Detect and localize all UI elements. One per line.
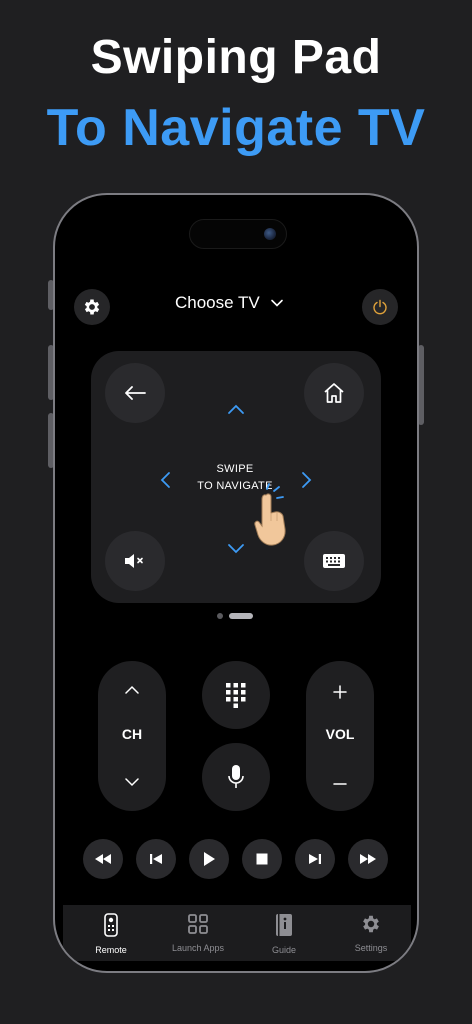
rewind-icon — [95, 854, 111, 864]
tab-guide-label: Guide — [271, 945, 297, 955]
headline-subtitle: To Navigate TV — [46, 99, 426, 157]
gear-icon — [84, 299, 100, 315]
home-icon — [324, 383, 344, 403]
choose-tv-dropdown[interactable]: Choose TV — [175, 291, 315, 315]
channel-up-button[interactable] — [124, 685, 140, 695]
swipe-hint-line1: SWIPE — [216, 463, 254, 475]
back-arrow-icon — [125, 386, 146, 400]
next-icon — [309, 854, 321, 864]
tab-launch-apps-label: Launch Apps — [171, 943, 225, 953]
chevron-left-icon — [160, 472, 170, 488]
volume-label: VOL — [325, 726, 355, 742]
mute-icon — [125, 554, 143, 568]
previous-button[interactable] — [136, 839, 176, 879]
keyboard-button[interactable] — [304, 531, 364, 591]
previous-icon — [150, 854, 162, 864]
phone-frame: Choose TV SWIPE TO NAVIGATE CH VOL Remot… — [53, 193, 419, 973]
remote-icon — [104, 913, 118, 937]
tab-guide[interactable]: Guide — [244, 913, 324, 955]
mute-button[interactable] — [105, 531, 165, 591]
stop-icon — [256, 853, 268, 865]
back-button[interactable] — [105, 363, 165, 423]
swipe-pad[interactable]: SWIPE TO NAVIGATE — [91, 351, 381, 603]
guide-icon — [276, 914, 292, 936]
page-indicator[interactable] — [217, 612, 257, 620]
stop-button[interactable] — [242, 839, 282, 879]
settings-button[interactable] — [74, 289, 110, 325]
numpad-icon — [226, 683, 246, 708]
power-icon — [373, 299, 387, 315]
next-button[interactable] — [295, 839, 335, 879]
chevron-down-icon — [270, 299, 283, 307]
volume-up-icon[interactable] — [333, 685, 347, 699]
keyboard-icon — [323, 554, 345, 568]
volume-down-icon[interactable] — [333, 777, 347, 791]
camera-icon — [264, 228, 276, 240]
fast-forward-icon — [360, 854, 376, 864]
chevron-down-icon — [228, 544, 244, 554]
channel-rocker: CH — [98, 661, 166, 811]
volume-rocker: VOL — [306, 661, 374, 811]
tab-launch-apps[interactable]: Launch Apps — [158, 913, 238, 953]
fast-forward-button[interactable] — [348, 839, 388, 879]
chevron-right-icon — [302, 472, 312, 488]
page-dot[interactable] — [217, 613, 223, 619]
choose-tv-label: Choose TV — [175, 293, 260, 312]
power-button[interactable] — [362, 289, 398, 325]
voice-button[interactable] — [202, 743, 270, 811]
numpad-button[interactable] — [202, 661, 270, 729]
tab-settings-label: Settings — [354, 943, 388, 953]
home-button[interactable] — [304, 363, 364, 423]
tab-remote-label: Remote — [95, 945, 127, 955]
hand-pointer-icon — [254, 483, 286, 546]
apps-grid-icon — [188, 914, 208, 934]
rewind-button[interactable] — [83, 839, 123, 879]
channel-label: CH — [121, 726, 143, 742]
microphone-icon — [228, 765, 244, 788]
tab-remote[interactable]: Remote — [71, 913, 151, 955]
tab-bar: Remote Launch Apps Guide Settings — [63, 905, 411, 961]
channel-down-button[interactable] — [124, 777, 140, 787]
headline-title: Swiping Pad — [90, 31, 382, 84]
page-dot-active[interactable] — [229, 613, 253, 619]
dynamic-island — [189, 219, 287, 249]
chevron-up-icon — [228, 404, 244, 414]
play-button[interactable] — [189, 839, 229, 879]
play-icon — [204, 852, 215, 866]
tab-settings[interactable]: Settings — [331, 913, 411, 953]
gear-icon — [363, 915, 379, 933]
